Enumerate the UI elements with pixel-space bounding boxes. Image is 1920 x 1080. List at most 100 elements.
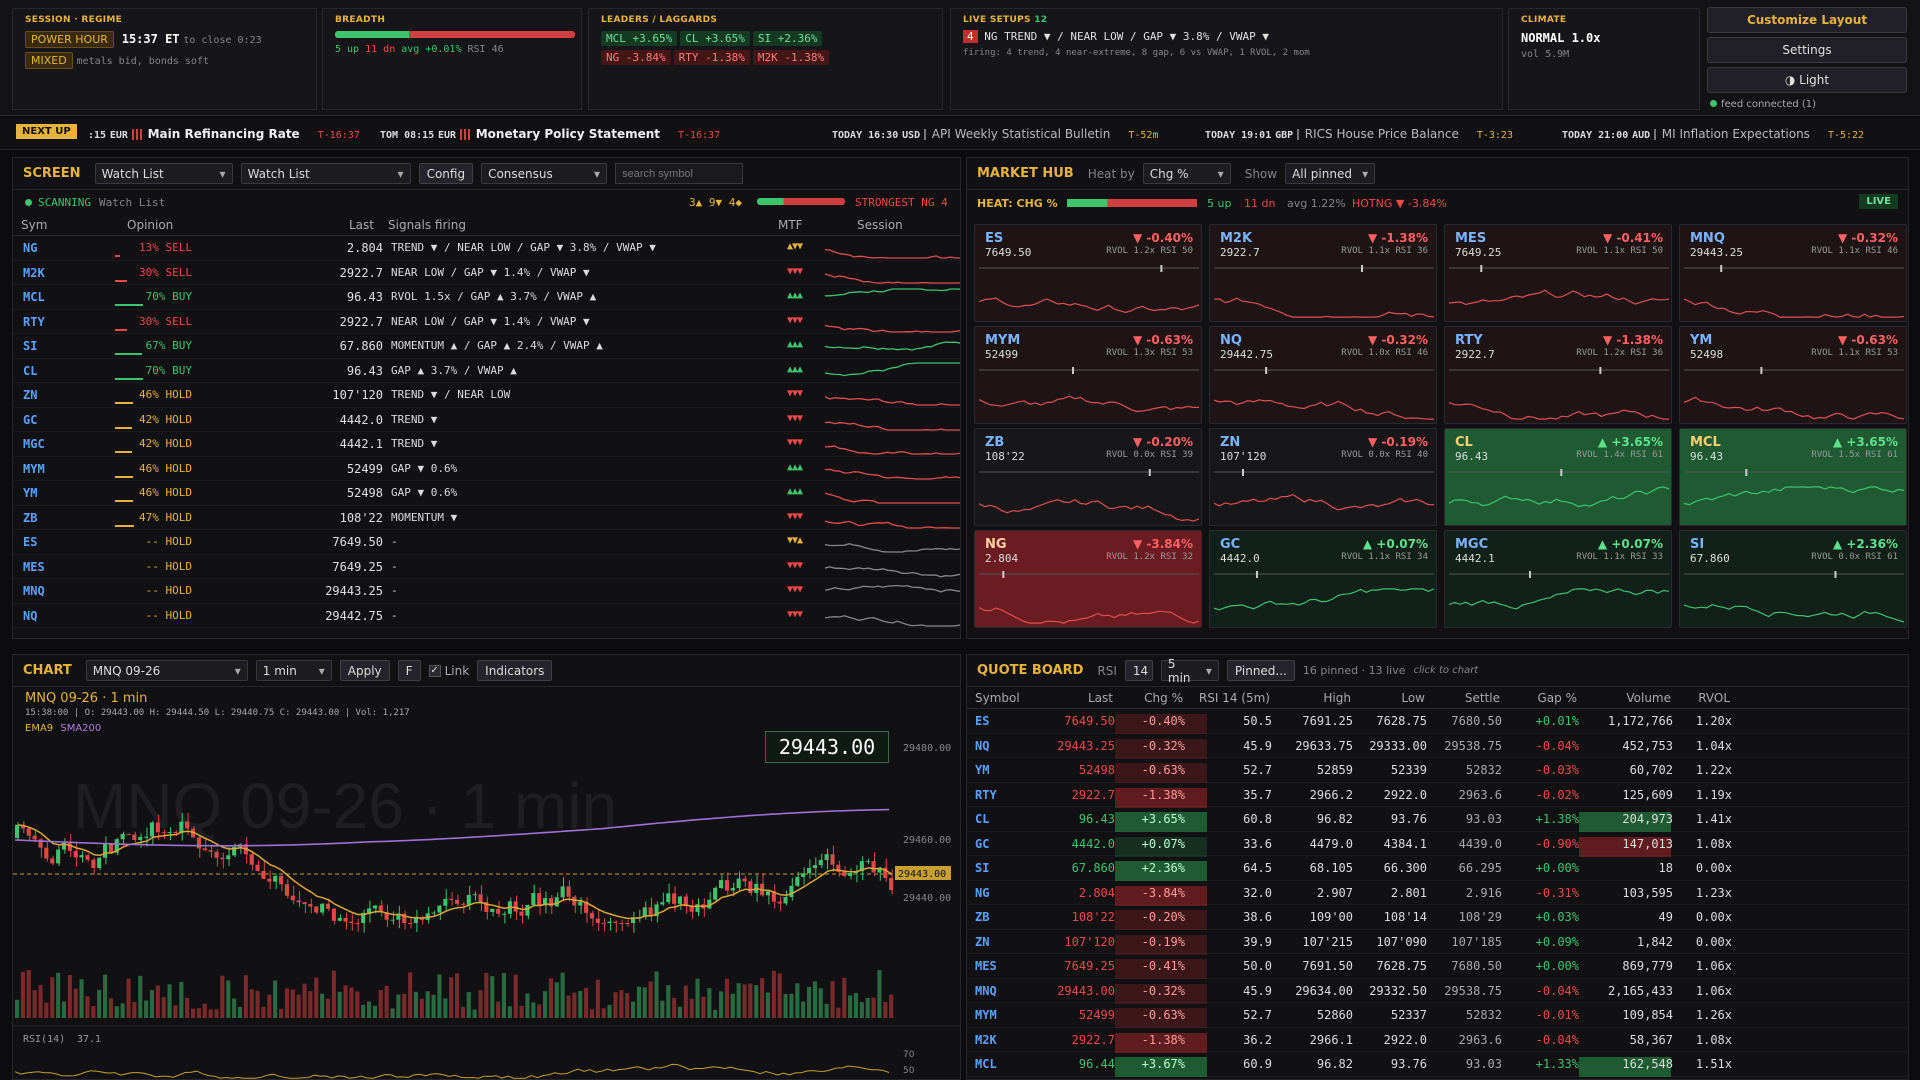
calendar-event[interactable]: TOM 08:15 EUR Monetary Policy Statement T… bbox=[380, 127, 720, 141]
heatmap-tile[interactable]: CL 96.43 ▲ +3.65% RVOL 1.4x RSI 61 bbox=[1444, 428, 1672, 526]
quote-symbol[interactable]: MCL bbox=[975, 1057, 997, 1071]
quote-col-header[interactable]: RVOL bbox=[1698, 691, 1730, 705]
quote-row[interactable]: MNQ 29443.00 -0.32% 45.9 29634.00 29332.50 295… bbox=[967, 979, 1908, 1004]
indicators-button[interactable]: Indicators bbox=[477, 660, 553, 681]
quote-symbol[interactable]: ZN bbox=[975, 935, 989, 949]
col-signals[interactable]: Signals firing bbox=[388, 218, 466, 232]
quote-row[interactable]: M2K 2922.7 -1.38% 36.2 2966.1 2922.0 2963.6 -0.… bbox=[967, 1028, 1908, 1053]
screen-row[interactable]: ZB 47% HOLD 108'22 MOMENTUM ▼ ▼▼▼ bbox=[13, 506, 960, 530]
col-sym[interactable]: Sym bbox=[21, 218, 47, 232]
quote-row[interactable]: GC 4442.0 +0.07% 33.6 4479.0 4384.1 4439.0 -0.9… bbox=[967, 832, 1908, 857]
screen-row[interactable]: M2K 30% SELL 2922.7 NEAR LOW / GAP ▼ 1.4% /… bbox=[13, 261, 960, 285]
calendar-event[interactable]: TODAY 19:01 GBP RICS House Price Balance… bbox=[1205, 127, 1513, 141]
quote-col-header[interactable]: Last bbox=[1088, 691, 1113, 705]
quote-col-header[interactable]: Chg % bbox=[1144, 691, 1183, 705]
light-theme-button[interactable]: ◑ Light bbox=[1707, 67, 1907, 93]
quote-row[interactable]: RTY 2922.7 -1.38% 35.7 2966.2 2922.0 2963.6 -0.… bbox=[967, 783, 1908, 808]
calendar-event[interactable]: :15 EUR Main Refinancing Rate T-16:37 bbox=[88, 127, 360, 141]
row-symbol[interactable]: GC bbox=[23, 413, 37, 427]
opinion-mode-select[interactable]: Consensus bbox=[481, 163, 608, 184]
screen-row[interactable]: NQ -- HOLD 29442.75- ▼▼▼ bbox=[13, 604, 960, 628]
quote-col-header[interactable]: Settle bbox=[1465, 691, 1500, 705]
calendar-event[interactable]: TODAY 21:00 AUD MI Inflation Expectation… bbox=[1562, 127, 1864, 141]
col-mtf[interactable]: MTF bbox=[778, 218, 803, 232]
screen-row[interactable]: GC 42% HOLD 4442.0 TREND ▼ ▼▼▼ bbox=[13, 408, 960, 432]
laggard-chip[interactable]: M2K -1.38% bbox=[752, 50, 830, 65]
quote-row[interactable]: ES 7649.50 -0.40% 50.5 7691.25 7628.75 7680.50… bbox=[967, 709, 1908, 734]
quote-row[interactable]: CL 96.43 +3.65% 60.8 96.82 93.76 93.03 +1.38% 20… bbox=[967, 807, 1908, 832]
heatmap-tile[interactable]: MYM 52499 ▼ -0.63% RVOL 1.3x RSI 53 bbox=[974, 326, 1202, 424]
row-symbol[interactable]: MYM bbox=[23, 462, 45, 476]
symbol-search-input[interactable] bbox=[615, 163, 744, 184]
col-session[interactable]: Session bbox=[857, 218, 903, 232]
screen-row[interactable]: MNQ -- HOLD 29443.25- ▼▼▼ bbox=[13, 579, 960, 604]
quote-symbol[interactable]: NG bbox=[975, 886, 989, 900]
row-symbol[interactable]: YM bbox=[23, 486, 37, 500]
row-symbol[interactable]: NQ bbox=[23, 609, 37, 623]
row-symbol[interactable]: SI bbox=[23, 339, 37, 353]
screen-row[interactable]: ZN 46% HOLD 107'120 TREND ▼ / NEAR LOW ▼▼▼ bbox=[13, 383, 960, 408]
quote-symbol[interactable]: MES bbox=[975, 959, 997, 973]
screen-row[interactable]: SI 67% BUY 67.860 MOMENTUM ▲ / GAP ▲ 2.4% /… bbox=[13, 334, 960, 359]
heatmap-tile[interactable]: NG 2.804 ▼ -3.84% RVOL 1.2x RSI 32 bbox=[974, 530, 1202, 628]
watchlist-select-2[interactable]: Watch List bbox=[240, 163, 411, 184]
config-button[interactable]: Config bbox=[418, 163, 474, 184]
col-opinion[interactable]: Opinion bbox=[127, 218, 173, 232]
setup-line[interactable]: NG TREND ▼ / NEAR LOW / GAP ▼ 3.8% / VWA… bbox=[984, 30, 1269, 43]
heatmap-tile[interactable]: YM 52498 ▼ -0.63% RVOL 1.1x RSI 53 bbox=[1679, 326, 1907, 424]
quote-symbol[interactable]: M2K bbox=[975, 1033, 997, 1047]
row-symbol[interactable]: CL bbox=[23, 364, 37, 378]
row-symbol[interactable]: ES bbox=[23, 535, 37, 549]
laggard-chip[interactable]: RTY -1.38% bbox=[673, 50, 750, 65]
quote-symbol[interactable]: SI bbox=[975, 861, 989, 875]
row-symbol[interactable]: M2K bbox=[23, 266, 45, 280]
quote-col-header[interactable]: Low bbox=[1401, 691, 1425, 705]
heatmap-tile[interactable]: ES 7649.50 ▼ -0.40% RVOL 1.2x RSI 50 bbox=[974, 224, 1202, 322]
quote-symbol[interactable]: RTY bbox=[975, 788, 997, 802]
quote-symbol[interactable]: GC bbox=[975, 837, 989, 851]
screen-row[interactable]: MYM 46% HOLD 52499 GAP ▼ 0.6% ▲▲▲ bbox=[13, 457, 960, 481]
quote-col-header[interactable]: RSI 14 (5m) bbox=[1199, 691, 1270, 705]
quote-col-header[interactable]: Volume bbox=[1626, 691, 1671, 705]
leader-chip[interactable]: SI +2.36% bbox=[752, 31, 823, 46]
laggard-chip[interactable]: NG -3.84% bbox=[601, 50, 671, 65]
row-symbol[interactable]: MES bbox=[23, 560, 45, 574]
heatmap-tile[interactable]: ZN 107'120 ▼ -0.19% RVOL 0.0x RSI 40 bbox=[1209, 428, 1437, 526]
chart-symbol-select[interactable]: MNQ 09-26 bbox=[85, 660, 248, 681]
heatmap-tile[interactable]: MES 7649.25 ▼ -0.41% RVOL 1.1x RSI 50 bbox=[1444, 224, 1672, 322]
quote-symbol[interactable]: MNQ bbox=[975, 984, 997, 998]
quote-row[interactable]: NG 2.804 -3.84% 32.0 2.907 2.801 2.916 -0.31% 10… bbox=[967, 881, 1908, 906]
screen-row[interactable]: MES -- HOLD 7649.25- ▼▼▼ bbox=[13, 555, 960, 579]
row-symbol[interactable]: ZB bbox=[23, 511, 37, 525]
leader-chip[interactable]: CL +3.65% bbox=[680, 31, 750, 46]
pinned-button[interactable]: Pinned... bbox=[1226, 660, 1295, 681]
row-symbol[interactable]: ZN bbox=[23, 388, 37, 402]
quote-row[interactable]: MCL 96.44 +3.67% 60.9 96.82 93.76 93.03 +1.33% 1… bbox=[967, 1052, 1908, 1077]
heatmap-tile[interactable]: MCL 96.43 ▲ +3.65% RVOL 1.5x RSI 61 bbox=[1679, 428, 1907, 526]
row-symbol[interactable]: MNQ bbox=[23, 584, 45, 598]
quote-col-header[interactable]: High bbox=[1323, 691, 1351, 705]
quote-symbol[interactable]: ES bbox=[975, 714, 989, 728]
quote-row[interactable]: SI 67.860 +2.36% 64.5 68.105 66.300 66.295 +0.0… bbox=[967, 856, 1908, 881]
screen-row[interactable]: MGC 42% HOLD 4442.1 TREND ▼ ▼▼▼ bbox=[13, 432, 960, 457]
link-checkbox[interactable]: ✓ bbox=[428, 664, 441, 677]
quote-symbol[interactable]: ZB bbox=[975, 910, 989, 924]
quote-row[interactable]: MYM 52499 -0.63% 52.7 52860 52337 52832 -0.01% 1… bbox=[967, 1003, 1908, 1028]
heatmap-tile[interactable]: MGC 4442.1 ▲ +0.07% RVOL 1.1x RSI 33 bbox=[1444, 530, 1672, 628]
quote-symbol[interactable]: CL bbox=[975, 812, 989, 826]
quote-symbol[interactable]: NQ bbox=[975, 739, 989, 753]
quote-row[interactable]: ZB 108'22 -0.20% 38.6 109'00 108'14 108'29 +0.0… bbox=[967, 905, 1908, 930]
screen-row[interactable]: RTY 30% SELL 2922.7 NEAR LOW / GAP ▼ 1.4% /… bbox=[13, 310, 960, 334]
quote-row[interactable]: YM 52498 -0.63% 52.7 52859 52339 52832 -0.03% 60… bbox=[967, 758, 1908, 783]
quote-row[interactable]: MES 7649.25 -0.41% 50.0 7691.50 7628.75 7680.5… bbox=[967, 954, 1908, 979]
heatmap-tile[interactable]: M2K 2922.7 ▼ -1.38% RVOL 1.1x RSI 36 bbox=[1209, 224, 1437, 322]
quote-symbol[interactable]: MYM bbox=[975, 1008, 997, 1022]
heatmap-tile[interactable]: NQ 29442.75 ▼ -0.32% RVOL 1.0x RSI 46 bbox=[1209, 326, 1437, 424]
quote-col-header[interactable]: Symbol bbox=[975, 691, 1020, 705]
f-button[interactable]: F bbox=[397, 660, 421, 681]
customize-layout-button[interactable]: Customize Layout bbox=[1707, 7, 1907, 33]
quote-col-header[interactable]: Gap % bbox=[1538, 691, 1578, 705]
row-symbol[interactable]: MGC bbox=[23, 437, 45, 451]
rsi-timeframe-select[interactable]: 5 min bbox=[1160, 657, 1219, 685]
leader-chip[interactable]: MCL +3.65% bbox=[601, 31, 678, 46]
